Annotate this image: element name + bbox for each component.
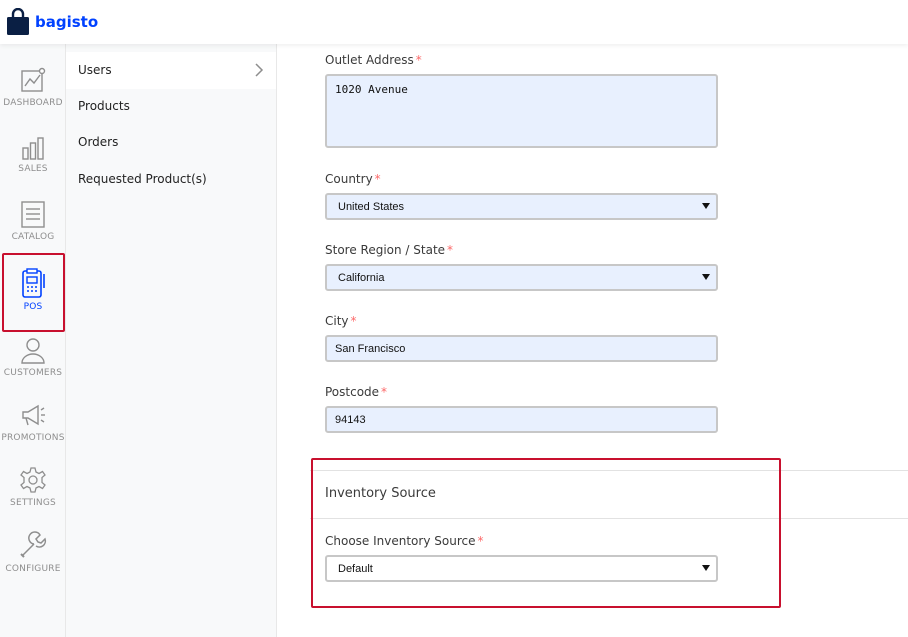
postcode-input[interactable]: 94143 xyxy=(325,406,718,433)
state-select[interactable]: California xyxy=(325,264,718,291)
chevron-right-icon xyxy=(255,63,264,77)
nav-label: CATALOG xyxy=(11,232,55,242)
dropdown-arrow-icon xyxy=(702,203,710,209)
subnav-item-products[interactable]: Products xyxy=(66,88,276,125)
subnav-item-label: Products xyxy=(78,99,130,113)
nav-item-customers[interactable]: CUSTOMERS xyxy=(0,336,66,398)
top-bar: bagisto xyxy=(0,0,908,44)
pos-highlight-box xyxy=(2,253,65,332)
subnav-item-requested-products[interactable]: Requested Product(s) xyxy=(66,161,276,198)
city-input[interactable]: San Francisco xyxy=(325,335,718,362)
nav-label: PROMOTIONS xyxy=(1,433,65,443)
country-value: United States xyxy=(338,201,405,213)
country-select[interactable]: United States xyxy=(325,193,718,220)
nav-label: SETTINGS xyxy=(10,498,56,508)
dropdown-arrow-icon xyxy=(702,274,710,280)
state-label: Store Region / State * xyxy=(325,243,454,257)
subnav-item-label: Users xyxy=(78,63,112,77)
required-marker: * xyxy=(381,385,388,399)
nav-item-promotions[interactable]: PROMOTIONS xyxy=(0,401,66,463)
subnav-item-orders[interactable]: Orders xyxy=(66,124,276,161)
nav-item-sales[interactable]: SALES xyxy=(0,136,66,198)
nav-label: DASHBOARD xyxy=(3,98,63,108)
customers-icon xyxy=(21,338,45,364)
country-label: Country * xyxy=(325,172,381,186)
nav-label: CONFIGURE xyxy=(5,564,61,574)
required-marker: * xyxy=(374,172,381,186)
promotions-icon xyxy=(22,404,45,426)
subnav-item-users[interactable]: Users xyxy=(66,52,276,89)
brand-logo[interactable]: bagisto xyxy=(6,8,98,36)
outlet-form: Outlet Address * 1020 Avenue Country * Uni… xyxy=(277,44,908,637)
required-marker: * xyxy=(350,314,357,328)
catalog-icon xyxy=(21,201,45,228)
postcode-label: Postcode * xyxy=(325,385,388,399)
nav-item-configure[interactable]: CONFIGURE xyxy=(0,530,66,592)
subnav-item-label: Orders xyxy=(78,135,119,149)
inventory-highlight-box xyxy=(311,458,781,608)
nav-item-settings[interactable]: SETTINGS xyxy=(0,466,66,528)
state-value: California xyxy=(338,272,385,284)
city-label: City * xyxy=(325,314,357,328)
main-nav: DASHBOARD SALES CATALOG POS CUSTOMERS PR… xyxy=(0,44,66,637)
nav-label: CUSTOMERS xyxy=(3,368,63,378)
shopping-bag-icon xyxy=(7,8,29,35)
required-marker: * xyxy=(447,243,454,257)
outlet-address-label: Outlet Address * xyxy=(325,53,422,67)
subnav-item-label: Requested Product(s) xyxy=(78,172,207,186)
required-marker: * xyxy=(415,53,422,67)
dashboard-icon xyxy=(21,67,46,92)
sales-icon xyxy=(22,137,44,160)
nav-label: SALES xyxy=(18,164,48,174)
configure-icon xyxy=(20,531,47,558)
nav-item-dashboard[interactable]: DASHBOARD xyxy=(0,66,66,128)
outlet-address-textarea[interactable]: 1020 Avenue xyxy=(325,74,718,148)
brand-name: bagisto xyxy=(35,13,99,31)
pos-subnav: Users Products Orders Requested Product(… xyxy=(66,44,277,637)
settings-icon xyxy=(20,467,46,493)
